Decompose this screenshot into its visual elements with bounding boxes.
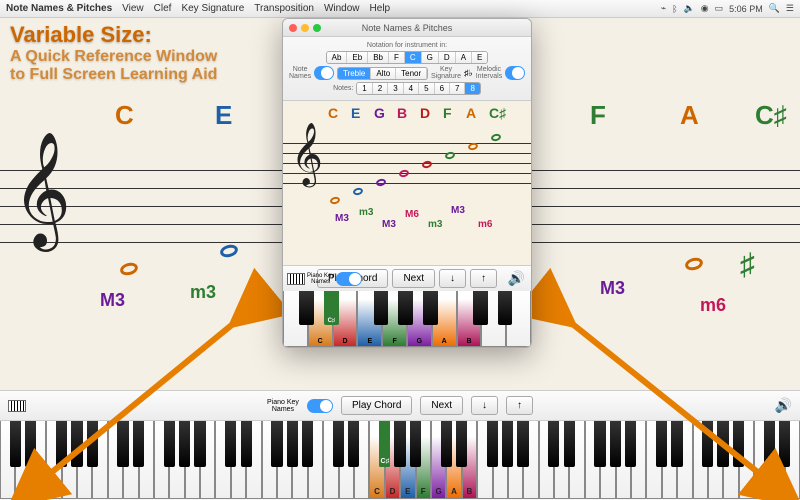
instrument-key-Ab[interactable]: Ab — [327, 52, 348, 63]
note-name-C♯: C♯ — [489, 105, 506, 121]
black-key[interactable] — [299, 291, 314, 325]
note-count-1[interactable]: 1 — [357, 83, 372, 94]
up-button[interactable]: ↑ — [470, 269, 497, 288]
instrument-key-Eb[interactable]: Eb — [347, 52, 368, 63]
note-count-3[interactable]: 3 — [388, 83, 403, 94]
note-names-label: Note Names — [289, 66, 311, 80]
floating-window: Note Names & Pitches Notation for instru… — [282, 18, 532, 348]
note-count-7[interactable]: 7 — [450, 83, 465, 94]
key-label: D — [334, 338, 357, 345]
clef-segment[interactable]: TrebleAltoTenorBass — [337, 67, 428, 80]
instrument-key-A[interactable]: A — [456, 52, 472, 63]
note-count-6[interactable]: 6 — [435, 83, 450, 94]
instrument-key-C[interactable]: C — [405, 52, 422, 63]
speaker-icon[interactable]: 🔊 — [508, 270, 525, 287]
window-bottom-toolbar: Piano Key Names Play Chord Next ↓ ↑ 🔊 — [283, 265, 531, 291]
note-name-F: F — [443, 105, 452, 121]
black-key[interactable] — [374, 291, 389, 325]
key-sig-display: ♯♭ — [464, 68, 473, 79]
interval-M3: M3 — [382, 219, 396, 230]
window-piano[interactable]: CDEFGAB C♯ — [283, 291, 531, 347]
treble-clef-icon: 𝄞 — [291, 127, 323, 181]
black-key[interactable]: C♯ — [324, 291, 339, 325]
key-label: C — [309, 338, 332, 345]
key-label: C♯ — [324, 318, 339, 324]
note-name-G: G — [374, 105, 385, 121]
note-count-4[interactable]: 4 — [404, 83, 419, 94]
key-label: A — [433, 338, 456, 345]
interval-M3: M3 — [451, 205, 465, 216]
note-name-E: E — [351, 105, 360, 121]
instrument-key-E[interactable]: E — [472, 52, 487, 63]
clef-bass[interactable]: Bass — [427, 68, 428, 79]
black-key[interactable] — [473, 291, 488, 325]
interval-M3: M3 — [335, 213, 349, 224]
note-count-2[interactable]: 2 — [373, 83, 388, 94]
interval-M6: M6 — [405, 209, 419, 220]
window-titlebar[interactable]: Note Names & Pitches — [283, 19, 531, 37]
note-name-A: A — [466, 105, 476, 121]
piano-key-names-toggle[interactable] — [336, 272, 362, 286]
piano-key-names-label: Piano Key Names — [307, 273, 334, 285]
note-names-toggle[interactable] — [314, 66, 334, 80]
minimize-icon[interactable] — [301, 24, 309, 32]
maximize-icon[interactable] — [313, 24, 321, 32]
key-label: B — [458, 338, 481, 345]
note-name-D: D — [420, 105, 430, 121]
notehead — [490, 133, 501, 142]
clef-alto[interactable]: Alto — [371, 68, 396, 79]
close-icon[interactable] — [289, 24, 297, 32]
window-staff-area: 𝄞 CEGBDFA C♯ M3 m3 M3 M6 m3 M3 m6 — [283, 101, 531, 265]
melodic-label: Melodic Intervals — [476, 66, 502, 80]
black-key[interactable] — [398, 291, 413, 325]
black-key[interactable] — [423, 291, 438, 325]
instrument-key-F[interactable]: F — [389, 52, 405, 63]
note-name-B: B — [397, 105, 407, 121]
instrument-key-segment[interactable]: AbEbBbFCGDAE — [326, 51, 489, 64]
window-toolbar: Notation for instrument in: AbEbBbFCGDAE… — [283, 37, 531, 101]
key-label: F — [383, 338, 406, 345]
note-count-segment[interactable]: 12345678 — [356, 82, 481, 95]
key-label: E — [358, 338, 381, 345]
instrument-key-Bb[interactable]: Bb — [368, 52, 389, 63]
note-count-5[interactable]: 5 — [419, 83, 434, 94]
black-key[interactable] — [498, 291, 513, 325]
note-name-C: C — [328, 105, 338, 121]
notes-count-label: Notes: — [333, 85, 353, 92]
melodic-toggle[interactable] — [505, 66, 525, 80]
notehead — [352, 187, 363, 196]
down-button[interactable]: ↓ — [439, 269, 466, 288]
notation-label: Notation for instrument in: — [367, 42, 447, 49]
interval-m6: m6 — [478, 219, 492, 230]
interval-m3: m3 — [359, 207, 373, 218]
notehead — [329, 196, 340, 205]
clef-treble[interactable]: Treble — [338, 68, 371, 79]
instrument-key-G[interactable]: G — [422, 52, 439, 63]
interval-m3: m3 — [428, 219, 442, 230]
next-button[interactable]: Next — [392, 269, 435, 288]
window-controls — [289, 24, 321, 32]
instrument-key-D[interactable]: D — [439, 52, 456, 63]
clef-tenor[interactable]: Tenor — [396, 68, 427, 79]
note-count-8[interactable]: 8 — [465, 83, 479, 94]
key-sig-label: Key Signature — [431, 66, 461, 80]
keyboard-icon[interactable] — [287, 273, 305, 285]
key-label: G — [408, 338, 431, 345]
